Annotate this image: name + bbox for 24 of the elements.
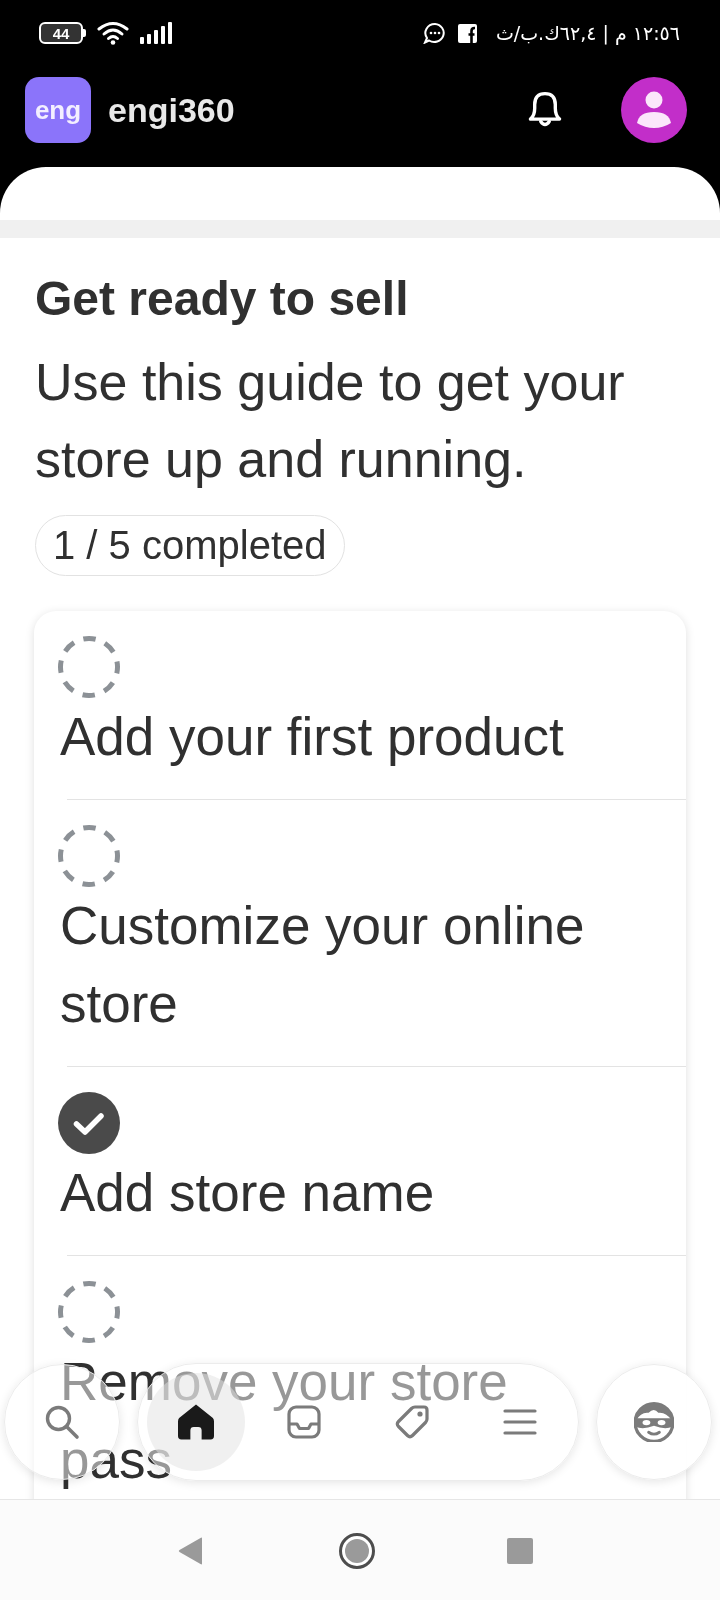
dashed-circle-icon[interactable] [58,636,120,698]
app-logo: eng [25,77,91,143]
task-label[interactable]: Customize your online store [60,887,686,1043]
dashed-circle-icon[interactable] [58,825,120,887]
back-icon[interactable] [178,1537,203,1565]
dashed-circle-icon[interactable] [58,1281,120,1343]
status-clock: ١٢:٥٦ م | ٦٢,٤ك.ب/ث [495,22,680,44]
search-icon [44,1404,80,1440]
chat-bubble-icon [422,22,447,44]
guide-title: Get ready to sell [35,271,410,327]
tag-icon [394,1404,430,1440]
signal-icon [140,22,173,44]
avatar-icon[interactable] [621,77,687,143]
wifi-icon [97,21,129,45]
home-circle-icon[interactable] [339,1533,375,1569]
check-circle-icon[interactable] [58,1092,120,1154]
task-label[interactable]: Add store name [60,1154,686,1232]
guide-description: Use this guide to get your store up and running. [35,352,626,490]
battery-indicator: 44 [39,22,86,44]
masked-face-icon [634,1402,674,1442]
facebook-icon [457,23,477,43]
home-icon [178,1404,214,1440]
task-label[interactable]: Add your first product [60,698,686,776]
app-title: engi360 [108,90,235,130]
